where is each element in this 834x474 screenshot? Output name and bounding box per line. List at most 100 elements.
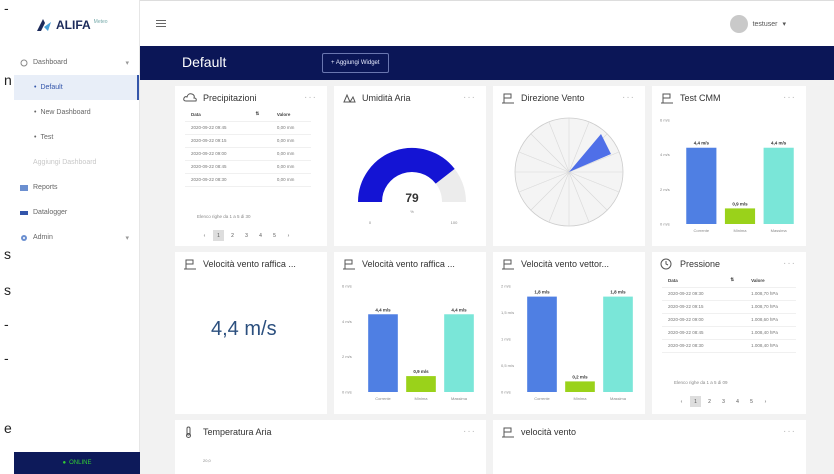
logo-icon [36,18,52,32]
bar[interactable] [686,147,717,224]
x-tick-label: Massima [771,228,788,233]
bar[interactable] [406,376,436,392]
widget-title: velocità vento [521,427,577,437]
y-tick-label: 1 m/s [501,337,511,342]
page-next[interactable]: › [283,230,294,241]
more-icon[interactable]: ··· [304,92,317,103]
page-button[interactable]: 1 [213,230,224,241]
page-button[interactable]: 2 [227,230,238,241]
widget-title: Temperatura Aria [203,427,272,437]
widget-grid: Precipitazioni ··· Data ⇅ Valore 2020-09… [140,80,834,474]
cell-value: 1.008,40 hPa [745,326,796,340]
user-name: testuser [752,20,778,28]
bar[interactable] [763,147,794,224]
sidebar-item-label: Datalogger [33,209,68,216]
table-header-row: Data ⇅ Valore [662,274,796,288]
widget-title: Precipitazioni [203,93,257,103]
edge-glyph: - [4,350,9,366]
bar[interactable] [527,296,557,392]
bar[interactable] [724,208,756,224]
chevron-down-icon: ▾ [125,59,129,67]
page-button[interactable]: 3 [241,230,252,241]
y-tick-label: 6 m/s [660,118,670,123]
bar[interactable] [565,381,595,392]
page-prev[interactable]: ‹ [676,396,687,407]
widget-header: Precipitazioni [183,92,257,104]
dashboard-icon [20,59,28,67]
sidebar-item-admin[interactable]: Admin ▾ [14,225,139,250]
column-header[interactable]: Data [185,108,250,122]
y-tick-label: 0 m/s [342,390,352,395]
cell-value: 0,00 mm [270,121,311,135]
chevron-down-icon: ▾ [782,21,786,28]
table-row: 2020-09-22 09:00 1.008,60 hPa [662,313,796,327]
page-button[interactable]: 1 [690,396,701,407]
sidebar-item-default[interactable]: • Default [14,75,139,100]
page-button[interactable]: 5 [746,396,757,407]
page-next[interactable]: › [760,396,771,407]
widget-header: Temperatura Aria [183,426,272,438]
table-row: 2020-09-22 09:15 0,00 mm [185,134,311,148]
bar[interactable] [368,314,398,392]
bar-data-label: 4,4 m/s [694,141,710,146]
bar-data-label: 1,8 m/s [534,290,550,295]
brand-logo[interactable]: ALIFA Meteo [14,0,139,50]
flag-chart-icon [501,258,515,270]
more-icon[interactable]: ··· [783,426,796,437]
more-icon[interactable]: ··· [783,92,796,103]
gauge-chart: 79 % 0 100 [358,148,466,225]
topbar: testuser ▾ [140,0,834,46]
sort-icon[interactable]: ⇅ [724,274,746,288]
add-widget-button[interactable]: + Aggiungi Widget [322,53,389,73]
chevron-down-icon: ▾ [125,234,129,242]
menu-toggle-icon[interactable] [156,19,166,29]
sidebar-item-dashboard[interactable]: Dashboard ▾ [14,50,139,75]
y-tick-label: 1,5 m/s [501,310,514,315]
column-header[interactable]: Valore [745,274,796,288]
datalogger-icon [20,209,28,217]
bar-data-label: 0,9 m/s [413,369,429,374]
page-button[interactable]: 2 [704,396,715,407]
page-button[interactable]: 5 [269,230,280,241]
cell-value: 1.008,40 hPa [745,339,796,353]
bar[interactable] [603,296,633,392]
page-button[interactable]: 4 [732,396,743,407]
column-header[interactable]: Data [662,274,725,288]
more-icon[interactable]: ··· [463,92,476,103]
widget-precipitazioni: Precipitazioni ··· Data ⇅ Valore 2020-09… [175,86,327,246]
bar-data-label: 1,8 m/s [610,290,626,295]
y-tick-label: 6 m/s [342,284,352,289]
widget-header: Direzione Vento [501,92,585,104]
more-icon[interactable]: ··· [622,92,635,103]
user-menu[interactable]: testuser ▾ [729,15,786,33]
more-icon[interactable]: ··· [783,258,796,269]
edge-glyph: n [4,72,12,88]
widget-title: Umidità Aria [362,93,411,103]
widget-header: Umidità Aria [342,92,411,104]
sidebar-item-new-dashboard[interactable]: • New Dashboard [14,100,139,125]
sidebar-item-datalogger[interactable]: Datalogger [14,200,139,225]
column-header[interactable]: Valore [270,108,311,122]
sidebar-item-label: Dashboard [33,59,68,66]
bar-data-label: 4,4 m/s [771,141,787,146]
sidebar-item-test[interactable]: • Test [14,125,139,150]
sidebar-item-reports[interactable]: Reports [14,175,139,200]
cell-date: 2020-09-22 09:45 [185,121,250,135]
page-button[interactable]: 4 [255,230,266,241]
bar-chart: 6 m/s 4 m/s 2 m/s 0 m/s 4,4 m/s Corrente 0,9 m… [342,284,474,401]
page-button[interactable]: 3 [718,396,729,407]
page-prev[interactable]: ‹ [199,230,210,241]
gear-icon [20,234,28,242]
bar[interactable] [444,314,474,392]
sort-icon[interactable]: ⇅ [249,108,271,122]
cell-date: 2020-09-22 09:15 [662,300,725,314]
y-tick-label: 2 m/s [660,187,670,192]
clock-icon [660,258,674,270]
sidebar-item-label: Admin [33,234,53,241]
cell-value: 0,00 mm [270,173,311,187]
flag-chart-icon [183,258,197,270]
cell-value: 1.008,70 hPa [745,300,796,314]
y-tick-label: 2 m/s [501,284,511,289]
more-icon[interactable]: ··· [463,426,476,437]
y-tick-label: 4 m/s [342,319,352,324]
